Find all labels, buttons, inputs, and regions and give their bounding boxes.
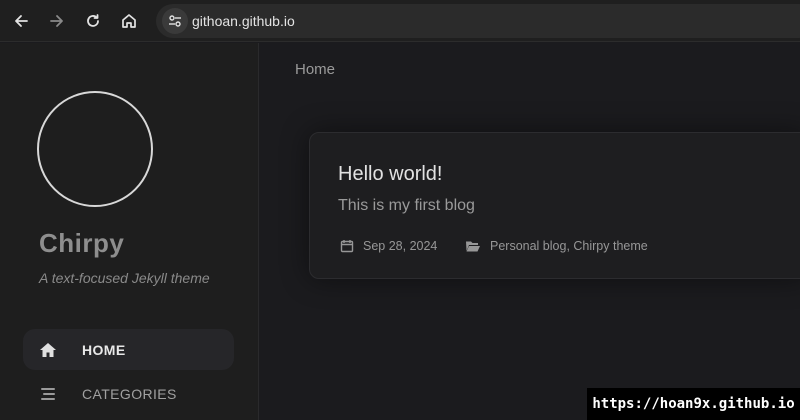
watermark: https://hoan9x.github.io bbox=[587, 388, 800, 420]
post-categories: Personal blog, Chirpy theme bbox=[465, 239, 648, 253]
url-text[interactable]: githoan.github.io bbox=[192, 13, 295, 29]
tune-icon bbox=[169, 15, 181, 27]
site-subtitle: A text-focused Jekyll theme bbox=[39, 270, 210, 286]
home-button[interactable] bbox=[117, 9, 141, 33]
site-title[interactable]: Chirpy bbox=[39, 228, 124, 259]
forward-button[interactable] bbox=[45, 9, 69, 33]
sidebar: Chirpy A text-focused Jekyll theme HOME … bbox=[0, 43, 259, 420]
sidebar-item-home[interactable]: HOME bbox=[23, 329, 234, 370]
browser-toolbar: githoan.github.io bbox=[0, 0, 800, 42]
post-title[interactable]: Hello world! bbox=[338, 163, 442, 186]
post-categories-text: Personal blog, Chirpy theme bbox=[490, 239, 648, 253]
post-date: Sep 28, 2024 bbox=[340, 239, 437, 253]
house-icon bbox=[122, 14, 136, 28]
sidebar-item-categories[interactable]: CATEGORIES bbox=[23, 373, 234, 414]
site-info-button[interactable] bbox=[162, 8, 188, 34]
post-card[interactable]: Hello world! This is my first blog Sep 2… bbox=[309, 132, 800, 279]
arrow-left-icon bbox=[15, 15, 28, 27]
reload-icon bbox=[87, 14, 99, 27]
post-excerpt: This is my first blog bbox=[338, 197, 475, 214]
watermark-text: https://hoan9x.github.io bbox=[592, 396, 795, 412]
sidebar-item-label: HOME bbox=[82, 341, 126, 358]
arrow-right-icon bbox=[50, 15, 63, 27]
avatar[interactable] bbox=[37, 91, 153, 207]
home-icon bbox=[38, 340, 58, 360]
calendar-icon bbox=[340, 240, 354, 253]
breadcrumb: Home bbox=[295, 61, 336, 78]
folder-open-icon bbox=[466, 241, 480, 252]
sidebar-item-label: CATEGORIES bbox=[82, 385, 177, 402]
stream-icon bbox=[38, 384, 58, 404]
address-bar[interactable]: githoan.github.io bbox=[156, 4, 800, 38]
back-button[interactable] bbox=[9, 9, 33, 33]
reload-button[interactable] bbox=[81, 9, 105, 33]
post-date-text: Sep 28, 2024 bbox=[363, 239, 438, 253]
